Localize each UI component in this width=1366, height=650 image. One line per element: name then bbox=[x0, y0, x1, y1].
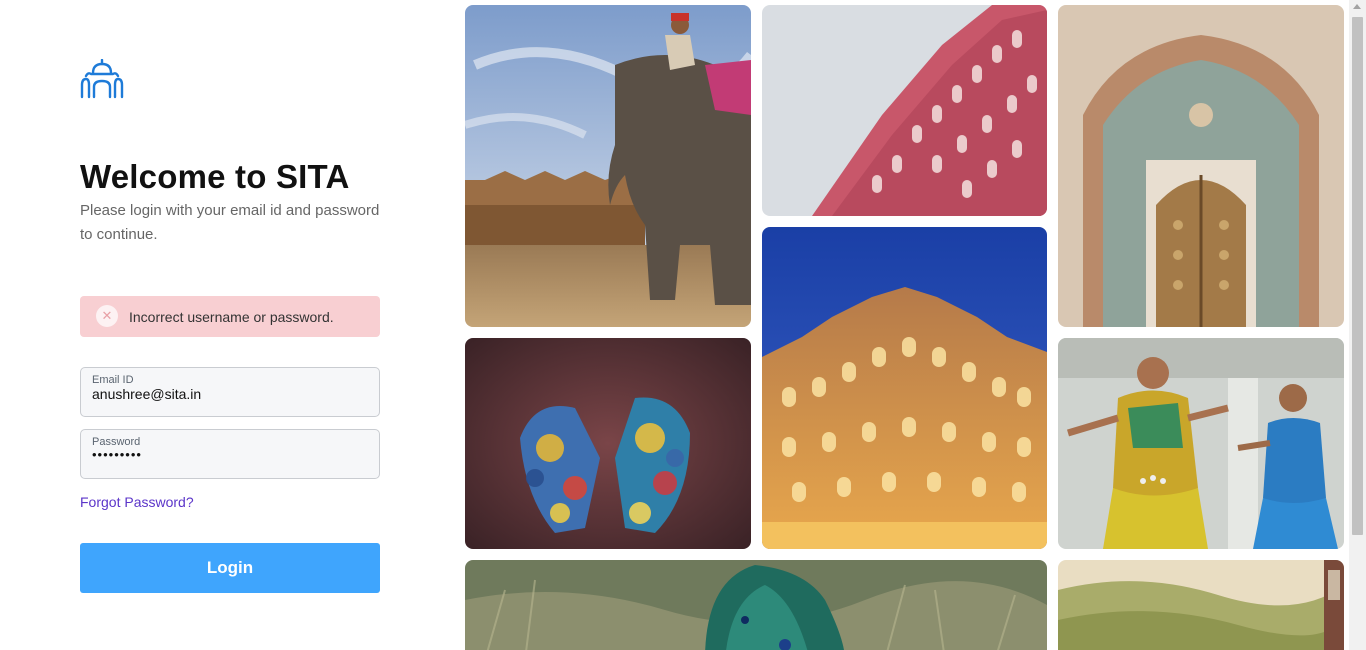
login-button[interactable]: Login bbox=[80, 543, 380, 593]
login-page: Welcome to SITA Please login with your e… bbox=[0, 0, 1366, 650]
scrollbar[interactable] bbox=[1349, 0, 1366, 650]
green-hills-photo bbox=[1058, 560, 1344, 650]
password-field[interactable]: Password ••••••••• bbox=[80, 429, 380, 479]
scroll-up-arrow-icon[interactable] bbox=[1353, 4, 1361, 9]
email-input[interactable] bbox=[92, 386, 362, 402]
email-field[interactable]: Email ID bbox=[80, 367, 380, 417]
classical-dancers-photo bbox=[1058, 338, 1344, 549]
hawa-mahal-facade-photo bbox=[762, 5, 1047, 216]
close-icon[interactable]: ✕ bbox=[96, 305, 118, 327]
ornate-palace-door-photo bbox=[1058, 5, 1344, 327]
hawa-mahal-night-photo bbox=[762, 227, 1047, 549]
holi-colored-hands-photo bbox=[465, 338, 751, 549]
page-subtitle: Please login with your email id and pass… bbox=[80, 202, 380, 243]
scrollbar-thumb[interactable] bbox=[1352, 17, 1363, 535]
login-panel: Welcome to SITA Please login with your e… bbox=[0, 0, 460, 650]
error-alert: ✕ Incorrect username or password. bbox=[80, 296, 380, 337]
page-title: Welcome to SITA bbox=[80, 158, 350, 195]
peacock-photo bbox=[465, 560, 1047, 650]
elephant-at-fort-photo bbox=[465, 5, 751, 327]
error-message: Incorrect username or password. bbox=[129, 309, 334, 325]
email-label: Email ID bbox=[92, 374, 134, 386]
palace-dome-icon bbox=[80, 58, 124, 99]
forgot-password-link[interactable]: Forgot Password? bbox=[80, 494, 194, 510]
password-input[interactable]: ••••••••• bbox=[92, 447, 362, 462]
